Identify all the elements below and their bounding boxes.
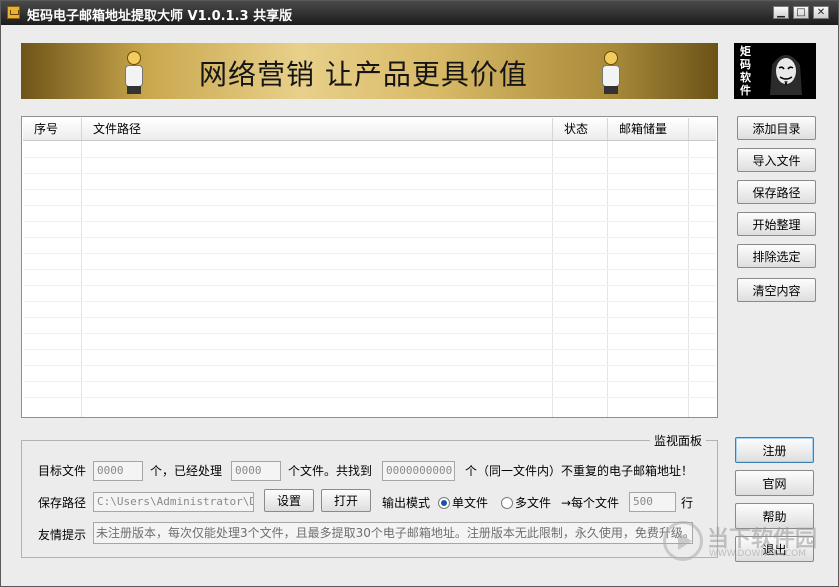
logo-char: 软 (740, 71, 751, 84)
monitor-panel-legend: 监视面板 (650, 432, 707, 449)
add-directory-button[interactable]: 添加目录 (737, 116, 816, 140)
row-divider (23, 157, 716, 158)
save-path-label: 保存路径 (38, 496, 87, 510)
processed-label: 个，已经处理 (150, 464, 223, 478)
remove-selected-button[interactable]: 排除选定 (737, 244, 816, 268)
site-watermark: 当下软件园 WWW.DOWNXIA.COM (663, 519, 831, 567)
registration-notice: 未注册版本，每次仅能处理3个文件，且最多提取30个电子邮箱地址。注册版本无此限制… (93, 522, 693, 544)
column-divider (688, 141, 689, 417)
row-divider (23, 205, 716, 206)
website-button[interactable]: 官网 (735, 470, 814, 496)
mask-icon (770, 55, 802, 95)
target-file-label: 目标文件 (38, 464, 87, 478)
register-button[interactable]: 注册 (735, 437, 814, 463)
tip-label: 友情提示 (38, 528, 87, 542)
multi-file-radio[interactable] (501, 497, 513, 509)
column-divider (81, 141, 82, 417)
file-list-table[interactable]: 序号 文件路径 状态 邮箱储量 (21, 116, 718, 418)
settings-button[interactable]: 设置 (264, 489, 314, 512)
play-logo-icon (663, 521, 703, 561)
cartoon-figure-right (596, 47, 626, 95)
app-mail-icon (7, 6, 20, 19)
window-title: 矩码电子邮箱地址提取大师 V1.0.1.3 共享版 (27, 9, 293, 24)
row-divider (23, 349, 716, 350)
minimize-button[interactable]: ▁ (773, 6, 789, 19)
ad-banner: 网络营销 让产品更具价值 (21, 43, 718, 99)
rows-unit-label: 行 (681, 496, 694, 510)
watermark-subtext: WWW.DOWNXIA.COM (709, 549, 806, 559)
banner-slogan: 网络营销 让产品更具价值 (199, 58, 528, 91)
clear-content-button[interactable]: 清空内容 (737, 278, 816, 302)
per-file-label: →每个文件 (561, 496, 620, 510)
row-divider (23, 301, 716, 302)
import-file-button[interactable]: 导入文件 (737, 148, 816, 172)
row-divider (23, 269, 716, 270)
row-divider (23, 173, 716, 174)
found-count: 0000000000 (382, 461, 455, 481)
processed-count: 0000 (231, 461, 281, 481)
app-window: 矩码电子邮箱地址提取大师 V1.0.1.3 共享版 ▁ □ ✕ 网络营销 让产品… (0, 0, 839, 587)
logo-char: 矩 (740, 45, 751, 58)
start-button[interactable]: 开始整理 (737, 212, 816, 236)
target-file-count: 0000 (93, 461, 143, 481)
row-divider (23, 189, 716, 190)
row-divider (23, 333, 716, 334)
column-header-index[interactable]: 序号 (23, 118, 82, 140)
row-divider (23, 317, 716, 318)
single-file-label[interactable]: 单文件 (452, 495, 488, 511)
row-divider (23, 285, 716, 286)
found-label: 个文件。共找到 (288, 464, 373, 478)
brand-logo: 矩 码 软 件 (734, 43, 816, 99)
cartoon-figure-left (119, 47, 149, 95)
close-button[interactable]: ✕ (813, 6, 829, 19)
unique-emails-label: 个（同一文件内）不重复的电子邮箱地址！ (465, 464, 694, 478)
table-header: 序号 文件路径 状态 邮箱储量 (23, 118, 716, 141)
column-divider (552, 141, 553, 417)
row-divider (23, 381, 716, 382)
row-divider (23, 221, 716, 222)
column-divider (607, 141, 608, 417)
maximize-button[interactable]: □ (793, 6, 809, 19)
row-divider (23, 397, 716, 398)
save-path-field[interactable]: C:\Users\Administrator\Des (93, 492, 254, 512)
column-header-email-count[interactable]: 邮箱储量 (608, 118, 689, 140)
logo-char: 码 (740, 58, 751, 71)
open-button[interactable]: 打开 (321, 489, 371, 512)
row-divider (23, 237, 716, 238)
output-mode-label: 输出模式 (382, 496, 431, 510)
logo-char: 件 (740, 84, 751, 97)
multi-file-label[interactable]: 多文件 (515, 495, 551, 511)
column-header-status[interactable]: 状态 (553, 118, 608, 140)
save-path-button[interactable]: 保存路径 (737, 180, 816, 204)
rows-per-file-field[interactable]: 500 (629, 492, 676, 512)
row-divider (23, 365, 716, 366)
single-file-radio[interactable] (438, 497, 450, 509)
title-bar[interactable]: 矩码电子邮箱地址提取大师 V1.0.1.3 共享版 ▁ □ ✕ (1, 1, 838, 25)
column-header-path[interactable]: 文件路径 (82, 118, 553, 140)
row-divider (23, 253, 716, 254)
